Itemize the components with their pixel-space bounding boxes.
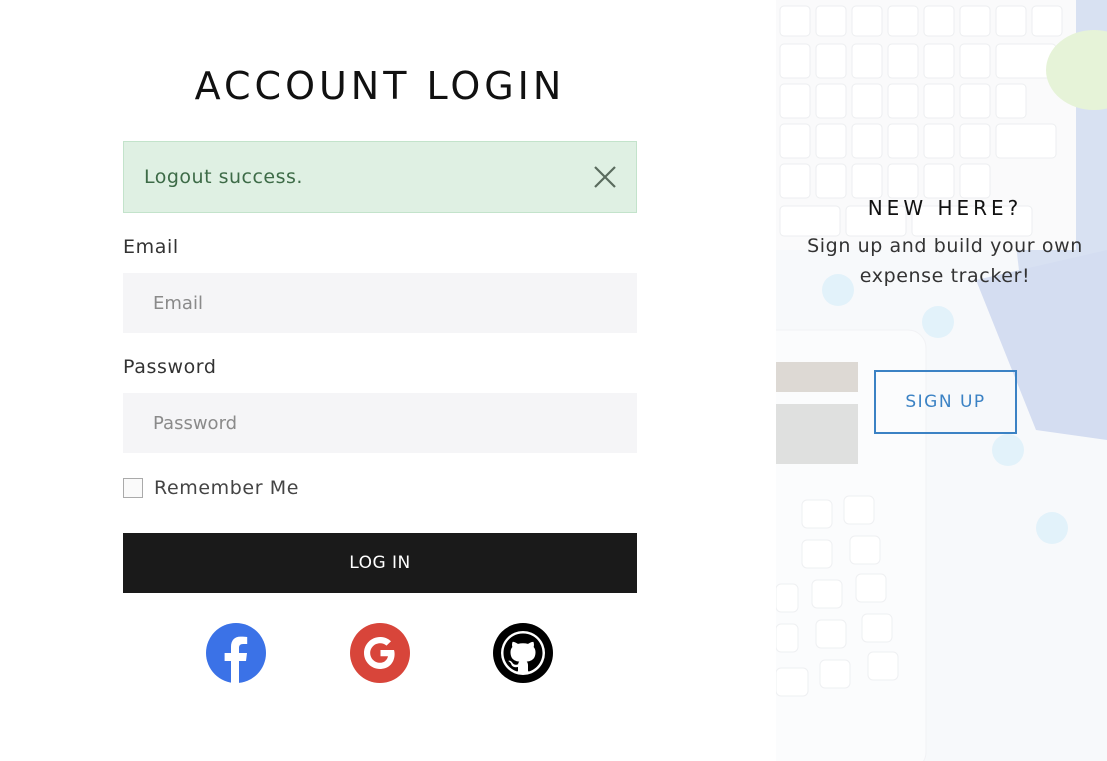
remember-me: Remember Me	[123, 477, 299, 499]
logout-success-alert: Logout success.	[123, 141, 637, 213]
login-button[interactable]: LOG IN	[123, 533, 637, 593]
email-field[interactable]	[123, 273, 637, 333]
email-label: Email	[123, 236, 179, 258]
alert-message: Logout success.	[144, 166, 303, 188]
github-icon[interactable]	[493, 623, 553, 683]
signup-description: Sign up and build your own expense track…	[807, 235, 1083, 287]
close-icon[interactable]	[592, 164, 618, 190]
password-label: Password	[123, 356, 217, 378]
password-field[interactable]	[123, 393, 637, 453]
new-here-heading: NEW HERE?	[867, 196, 1023, 220]
remember-me-label: Remember Me	[154, 477, 300, 499]
signup-panel: NEW HERE? Sign up and build your own exp…	[776, 0, 1107, 761]
facebook-icon[interactable]	[206, 623, 266, 683]
remember-me-checkbox[interactable]	[123, 478, 143, 498]
login-panel: ACCOUNT LOGIN Logout success. Email Pass…	[0, 0, 776, 761]
google-icon[interactable]	[350, 623, 410, 683]
page-title: ACCOUNT LOGIN	[194, 64, 566, 108]
sign-up-button[interactable]: SIGN UP	[874, 370, 1017, 434]
